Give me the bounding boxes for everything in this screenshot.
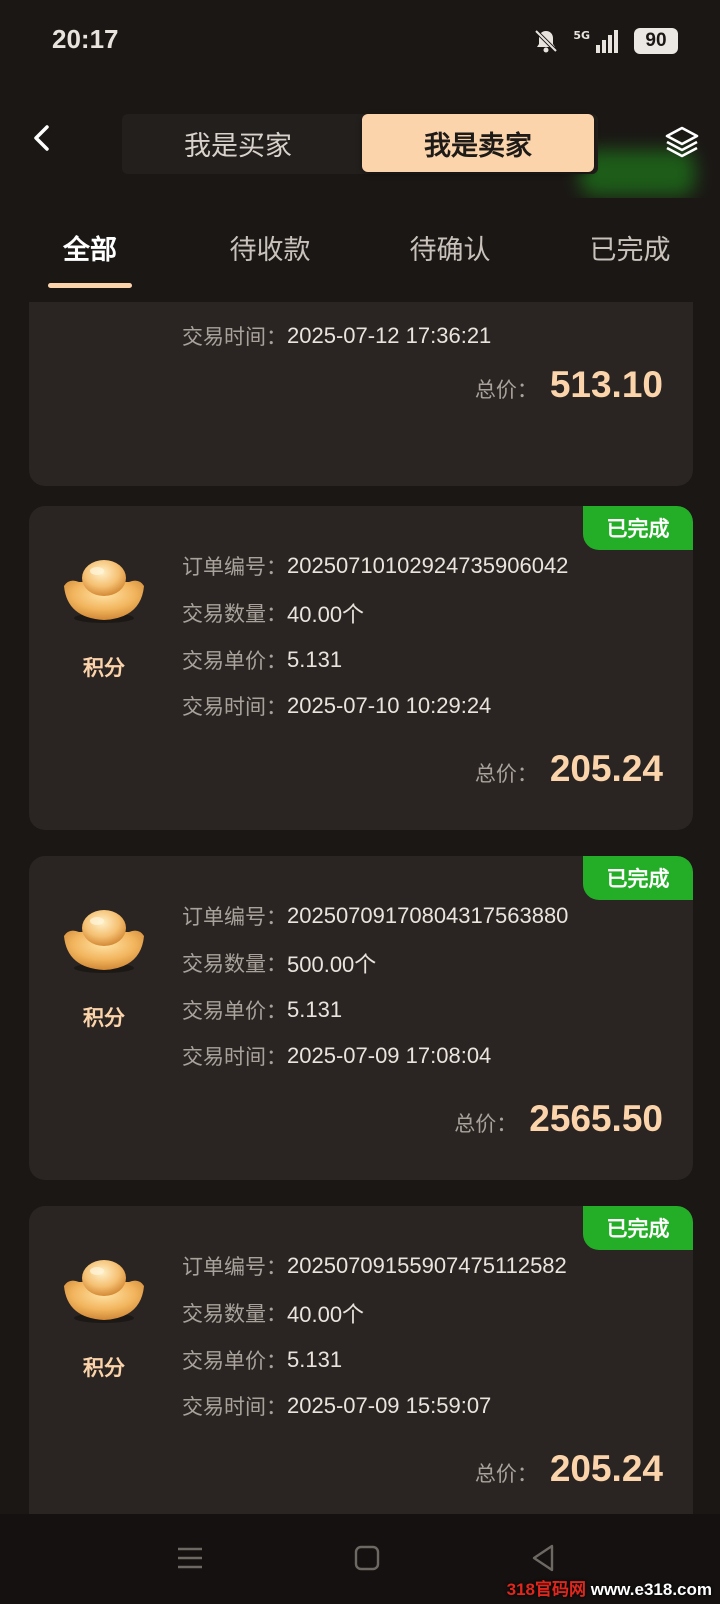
active-tab-indicator — [48, 283, 132, 288]
total-label: 总价： — [474, 762, 538, 786]
unit-price-value: 5.131 — [287, 997, 343, 1022]
tab-pending-payment-label: 待收款 — [229, 234, 311, 266]
system-nav-bar: 318官码网 www.e318.com — [0, 1514, 720, 1604]
watermark-brand: 318官码网 — [506, 1580, 586, 1599]
info-row-time: 交易时间： 2025-07-10 10:29:24 — [182, 690, 491, 722]
quantity-value: 40.00个 — [287, 1302, 365, 1327]
total-value: 2565.50 — [529, 1098, 663, 1139]
total-value: 205.24 — [549, 748, 663, 789]
quantity-value: 500.00个 — [287, 952, 377, 977]
product-label: 积分 — [83, 1356, 125, 1380]
tab-pending-confirm-label: 待确认 — [409, 234, 491, 266]
info-row-quantity: 交易数量： 500.00个 — [182, 947, 376, 979]
tab-all-label: 全部 — [63, 234, 117, 266]
watermark: 318官码网 www.e318.com — [507, 1575, 712, 1600]
total-price: 总价： 2565.50 — [454, 1098, 663, 1140]
time-value: 2025-07-12 17:36:21 — [287, 323, 492, 348]
battery-indicator: 90 — [634, 28, 678, 54]
order-card[interactable]: 交易时间： 2025-07-12 17:36:21 总价： 513.10 — [29, 302, 693, 486]
gold-ingot-icon — [64, 1260, 144, 1323]
total-value: 513.10 — [549, 364, 663, 405]
quantity-label: 交易数量： — [182, 952, 287, 976]
info-row-unit-price: 交易单价： 5.131 — [182, 1344, 342, 1376]
info-row-unit-price: 交易单价： 5.131 — [182, 644, 342, 676]
info-row-quantity: 交易数量： 40.00个 — [182, 1297, 364, 1329]
unit-price-value: 5.131 — [287, 647, 343, 672]
signal-icon — [596, 30, 618, 53]
info-row-time: 交易时间： 2025-07-09 15:59:07 — [182, 1390, 491, 1422]
quantity-value: 40.00个 — [287, 602, 365, 627]
info-row-order-no: 订单编号： 20250709170804317563880 — [182, 900, 568, 932]
menu-icon[interactable] — [172, 1540, 208, 1576]
seller-tab[interactable]: 我是卖家 — [362, 114, 594, 172]
time-label: 交易时间： — [182, 1395, 287, 1419]
time-label: 交易时间： — [182, 695, 287, 719]
watermark-url: www.e318.com — [590, 1580, 712, 1599]
filter-tabs: 全部 待收款 待确认 已完成 — [0, 198, 720, 302]
info-row-order-no: 订单编号： 20250710102924735906042 — [182, 550, 568, 582]
chevron-left-icon[interactable] — [24, 120, 60, 156]
order-no-label: 订单编号： — [182, 555, 287, 579]
total-label: 总价： — [474, 378, 538, 402]
time-value: 2025-07-09 15:59:07 — [287, 1393, 492, 1418]
quantity-label: 交易数量： — [182, 1302, 287, 1326]
unit-price-label: 交易单价： — [182, 1349, 287, 1373]
time-label: 交易时间： — [182, 1045, 287, 1069]
info-row-time: 交易时间： 2025-07-12 17:36:21 — [182, 320, 491, 352]
unit-price-label: 交易单价： — [182, 649, 287, 673]
quantity-label: 交易数量： — [182, 602, 287, 626]
order-list[interactable]: 交易时间： 2025-07-12 17:36:21 总价： 513.10 已完成… — [0, 302, 720, 1514]
gold-ingot-icon — [64, 910, 144, 973]
gold-ingot-icon — [64, 560, 144, 623]
status-icons: 5G 90 — [533, 26, 678, 56]
product-label: 积分 — [83, 656, 125, 680]
total-label: 总价： — [454, 1112, 518, 1136]
layers-icon[interactable] — [664, 124, 700, 160]
time-value: 2025-07-10 10:29:24 — [287, 693, 492, 718]
tab-pending-payment[interactable]: 待收款 — [180, 198, 360, 302]
order-card[interactable]: 已完成 积分 订单编号： 20250709170804317563880 交易数… — [29, 856, 693, 1180]
info-row-order-no: 订单编号： 20250709155907475112582 — [182, 1250, 567, 1282]
role-segmented-control: 我是买家 我是卖家 — [122, 114, 598, 174]
back-triangle-icon[interactable] — [526, 1540, 562, 1576]
order-no-value: 20250709170804317563880 — [287, 903, 569, 928]
status-time: 20:17 — [52, 24, 119, 54]
tab-pending-confirm[interactable]: 待确认 — [360, 198, 540, 302]
order-no-value: 20250710102924735906042 — [287, 553, 569, 578]
info-row-quantity: 交易数量： 40.00个 — [182, 597, 364, 629]
status-badge: 已完成 — [583, 856, 693, 900]
buyer-tab[interactable]: 我是买家 — [122, 114, 354, 172]
network-label: 5G — [573, 28, 590, 42]
info-row-time: 交易时间： 2025-07-09 17:08:04 — [182, 1040, 491, 1072]
home-square-icon[interactable] — [349, 1540, 385, 1576]
order-no-label: 订单编号： — [182, 1255, 287, 1279]
order-no-value: 20250709155907475112582 — [287, 1253, 567, 1278]
top-bar: 我是买家 我是卖家 — [0, 88, 720, 198]
status-badge: 已完成 — [583, 506, 693, 550]
total-price: 总价： 205.24 — [475, 1448, 663, 1490]
time-label: 交易时间： — [182, 325, 287, 349]
total-label: 总价： — [474, 1462, 538, 1486]
order-card[interactable]: 已完成 积分 订单编号： 20250710102924735906042 交易数… — [29, 506, 693, 830]
total-price: 总价： 513.10 — [475, 364, 663, 406]
total-price: 总价： 205.24 — [475, 748, 663, 790]
status-bar: 20:17 5G 90 — [0, 0, 720, 88]
order-card[interactable]: 已完成 积分 订单编号： 20250709155907475112582 交易数… — [29, 1206, 693, 1514]
order-no-label: 订单编号： — [182, 905, 287, 929]
tab-completed[interactable]: 已完成 — [540, 198, 720, 302]
unit-price-value: 5.131 — [287, 1347, 343, 1372]
info-row-unit-price: 交易单价： 5.131 — [182, 994, 342, 1026]
tab-all[interactable]: 全部 — [0, 198, 180, 302]
product-label: 积分 — [83, 1006, 125, 1030]
total-value: 205.24 — [549, 1448, 663, 1489]
time-value: 2025-07-09 17:08:04 — [287, 1043, 492, 1068]
mute-bell-icon — [534, 29, 558, 53]
unit-price-label: 交易单价： — [182, 999, 287, 1023]
tab-completed-label: 已完成 — [589, 234, 671, 266]
status-badge: 已完成 — [583, 1206, 693, 1250]
